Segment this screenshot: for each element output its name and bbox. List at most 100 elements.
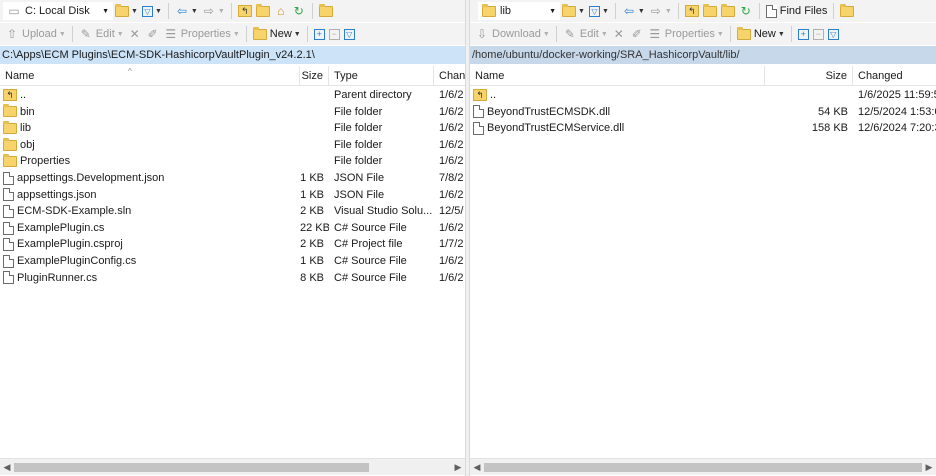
column-header-name[interactable]: Name ^: [0, 66, 300, 86]
column-header-size[interactable]: Size: [765, 66, 853, 86]
back-button[interactable]: ⇦ ▼: [620, 1, 647, 21]
file-changed: 1/6/2: [439, 271, 464, 284]
filter-icon: ▽: [827, 28, 839, 40]
scroll-right-icon[interactable]: ▶: [451, 459, 465, 476]
back-button[interactable]: ⇦ ▼: [173, 1, 200, 21]
toolbar-separator: [306, 26, 308, 42]
filter-button[interactable]: ▽ ▼: [587, 1, 611, 21]
home-button[interactable]: ⌂: [272, 1, 290, 21]
column-header-changed[interactable]: Changed: [853, 66, 936, 86]
column-header-type[interactable]: Type: [329, 66, 434, 86]
file-size: 2 KB: [300, 238, 324, 251]
select-files-button[interactable]: +: [796, 24, 811, 44]
synchronize-browsing-button[interactable]: [838, 1, 856, 21]
file-name: ExamplePlugin.cs: [17, 221, 105, 234]
unselect-files-button[interactable]: −: [811, 24, 826, 44]
refresh-button[interactable]: ↻: [737, 1, 755, 21]
file-changed: 1/6/2: [439, 138, 464, 151]
file-row[interactable]: PluginRunner.cs 8 KB C# Source File 1/6/2: [0, 270, 465, 287]
forward-button[interactable]: ⇨ ▼: [647, 1, 674, 21]
filter-files-button[interactable]: ▽: [826, 24, 841, 44]
file-row[interactable]: ExamplePlugin.cs 22 KB C# Source File 1/6/2: [0, 220, 465, 237]
forward-button[interactable]: ⇨ ▼: [200, 1, 227, 21]
filter-button[interactable]: ▽ ▼: [140, 1, 164, 21]
file-row[interactable]: appsettings.json 1 KB JSON File 1/6/2: [0, 187, 465, 204]
edit-label: Edit: [579, 28, 599, 40]
refresh-button[interactable]: ↻: [290, 1, 308, 21]
download-button[interactable]: ⇩ Download ▼: [473, 24, 552, 44]
scroll-left-icon[interactable]: ◀: [470, 459, 484, 476]
toolbar-separator: [790, 26, 792, 42]
file-row[interactable]: ↰.. 1/6/2025 11:59:5: [470, 87, 936, 104]
home-icon: ⌂: [277, 4, 285, 18]
scroll-left-icon[interactable]: ◀: [0, 459, 14, 476]
file-row[interactable]: obj File folder 1/6/2: [0, 137, 465, 154]
filter-icon: ▽: [343, 28, 355, 40]
file-name: bin: [20, 105, 35, 118]
edit-button[interactable]: ✎ Edit ▼: [77, 24, 126, 44]
chevron-down-icon: ▼: [58, 30, 66, 38]
edit-button[interactable]: ✎ Edit ▼: [561, 24, 610, 44]
forward-arrow-icon: ⇨: [650, 4, 661, 18]
file-size: 1 KB: [300, 254, 324, 267]
file-row[interactable]: lib File folder 1/6/2: [0, 120, 465, 137]
local-horizontal-scrollbar[interactable]: ◀ ▶: [0, 458, 465, 475]
new-button[interactable]: New ▼: [251, 24, 303, 44]
file-row[interactable]: Properties File folder 1/6/2: [0, 153, 465, 170]
file-name: ECM-SDK-Example.sln: [17, 205, 132, 218]
rename-button[interactable]: ✐: [144, 24, 162, 44]
rename-button[interactable]: ✐: [628, 24, 646, 44]
file-row[interactable]: ↰.. Parent directory 1/6/2: [0, 87, 465, 104]
home-button[interactable]: [719, 1, 737, 21]
column-header-size[interactable]: Size: [300, 66, 329, 86]
rename-icon: ✐: [631, 27, 642, 41]
json-file-icon: [3, 171, 14, 185]
column-header-changed[interactable]: Chan: [434, 66, 465, 86]
local-drive-select[interactable]: ▭ C: Local Disk ▼: [3, 2, 113, 20]
properties-button[interactable]: ☰ Properties ▼: [162, 24, 242, 44]
scrollbar-thumb[interactable]: [14, 463, 369, 472]
upload-button[interactable]: ⇧ Upload ▼: [3, 24, 68, 44]
file-row[interactable]: bin File folder 1/6/2: [0, 104, 465, 121]
column-header-name[interactable]: Name: [470, 66, 765, 86]
chevron-down-icon: ▼: [542, 30, 550, 38]
file-size: 8 KB: [300, 271, 324, 284]
remote-horizontal-scrollbar[interactable]: ◀ ▶: [470, 458, 936, 475]
file-row[interactable]: ExamplePlugin.csproj 2 KB C# Project file 1…: [0, 236, 465, 253]
new-button[interactable]: New ▼: [735, 24, 787, 44]
scrollbar-thumb[interactable]: [484, 463, 922, 472]
synchronize-browsing-button[interactable]: [317, 1, 335, 21]
file-changed: 12/5/: [439, 205, 464, 218]
unselect-files-button[interactable]: −: [327, 24, 342, 44]
remote-file-toolbar: ⇩ Download ▼ ✎ Edit ▼ ✕ ✐ ☰ Properties ▼…: [470, 23, 936, 45]
root-directory-button[interactable]: [701, 1, 719, 21]
remote-panel: lib ▼ ▼ ▽ ▼ ⇦ ▼ ⇨ ▼ ↰ ↻ Find Files ⇩ Dow…: [470, 0, 936, 476]
file-row[interactable]: BeyondTrustECMSDK.dll 54 KB 12/5/2024 1:53…: [470, 104, 936, 121]
local-path-bar[interactable]: C:\Apps\ECM Plugins\ECM-SDK-HashicorpVau…: [0, 46, 465, 64]
delete-button[interactable]: ✕: [610, 24, 628, 44]
remote-location-select[interactable]: lib ▼: [478, 2, 560, 20]
open-directory-button[interactable]: ▼: [560, 1, 587, 21]
root-directory-button[interactable]: [254, 1, 272, 21]
delete-button[interactable]: ✕: [126, 24, 144, 44]
file-row[interactable]: appsettings.Development.json 1 KB JSON Fil…: [0, 170, 465, 187]
file-row[interactable]: BeyondTrustECMService.dll 158 KB 12/6/2024…: [470, 120, 936, 137]
local-panel: ▭ C: Local Disk ▼ ▼ ▽ ▼ ⇦ ▼ ⇨ ▼ ↰ ⌂ ↻ ⇧ Upl…: [0, 0, 465, 476]
parent-directory-button[interactable]: ↰: [236, 1, 254, 21]
new-folder-icon: [736, 26, 751, 40]
file-row[interactable]: ExamplePluginConfig.cs 1 KB C# Source File…: [0, 253, 465, 270]
select-files-button[interactable]: +: [312, 24, 327, 44]
toolbar-separator: [167, 3, 169, 19]
file-changed: 1/6/2025 11:59:5: [858, 89, 936, 101]
filter-files-button[interactable]: ▽: [342, 24, 357, 44]
find-files-button[interactable]: Find Files: [764, 1, 830, 21]
file-row[interactable]: ECM-SDK-Example.sln 2 KB Visual Studio Sol…: [0, 203, 465, 220]
remote-path-bar[interactable]: /home/ubuntu/docker-working/SRA_Hashicor…: [470, 46, 936, 64]
scroll-right-icon[interactable]: ▶: [922, 459, 936, 476]
file-name: ..: [20, 89, 27, 101]
file-size: [300, 137, 329, 154]
file-type: C# Source File: [334, 221, 407, 234]
open-directory-button[interactable]: ▼: [113, 1, 140, 21]
parent-directory-button[interactable]: ↰: [683, 1, 701, 21]
properties-button[interactable]: ☰ Properties ▼: [646, 24, 726, 44]
